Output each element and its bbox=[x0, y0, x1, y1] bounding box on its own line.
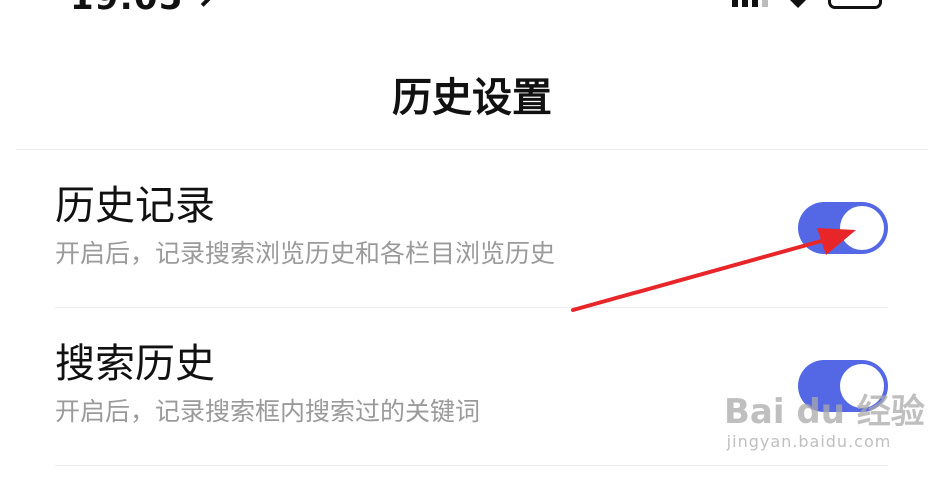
status-bar: 19:05 ↗ bbox=[0, 0, 944, 18]
page-title: 历史设置 bbox=[392, 75, 552, 121]
watermark-url: jingyan.baidu.com bbox=[726, 432, 892, 451]
wifi-icon bbox=[790, 0, 806, 8]
setting-description: 开启后，记录搜索框内搜索过的关键词 bbox=[55, 397, 481, 426]
history-record-toggle[interactable] bbox=[798, 202, 888, 254]
watermark-logo: Bai du 经验 bbox=[724, 392, 925, 432]
battery-icon bbox=[828, 0, 882, 9]
setting-description: 开启后，记录搜索浏览历史和各栏目浏览历史 bbox=[55, 239, 556, 268]
signal-icon bbox=[732, 0, 768, 7]
header-divider bbox=[16, 149, 928, 150]
baidu-jingyan-watermark: Bai du 经验 jingyan.baidu.com bbox=[724, 392, 925, 452]
status-time: 19:05 ↗ bbox=[70, 0, 226, 18]
toggle-knob bbox=[840, 206, 884, 250]
row-divider bbox=[55, 307, 888, 308]
setting-title: 历史记录 bbox=[55, 183, 215, 229]
setting-row-history-record: 历史记录 开启后，记录搜索浏览历史和各栏目浏览历史 bbox=[55, 158, 888, 308]
history-settings-screen: 19:05 ↗ 历史设置 历史记录 开启后，记录搜索浏览历史和各栏目浏览历史 搜… bbox=[0, 0, 944, 481]
setting-title: 搜索历史 bbox=[55, 341, 215, 387]
row-divider bbox=[55, 465, 888, 466]
status-icons bbox=[732, 0, 882, 9]
